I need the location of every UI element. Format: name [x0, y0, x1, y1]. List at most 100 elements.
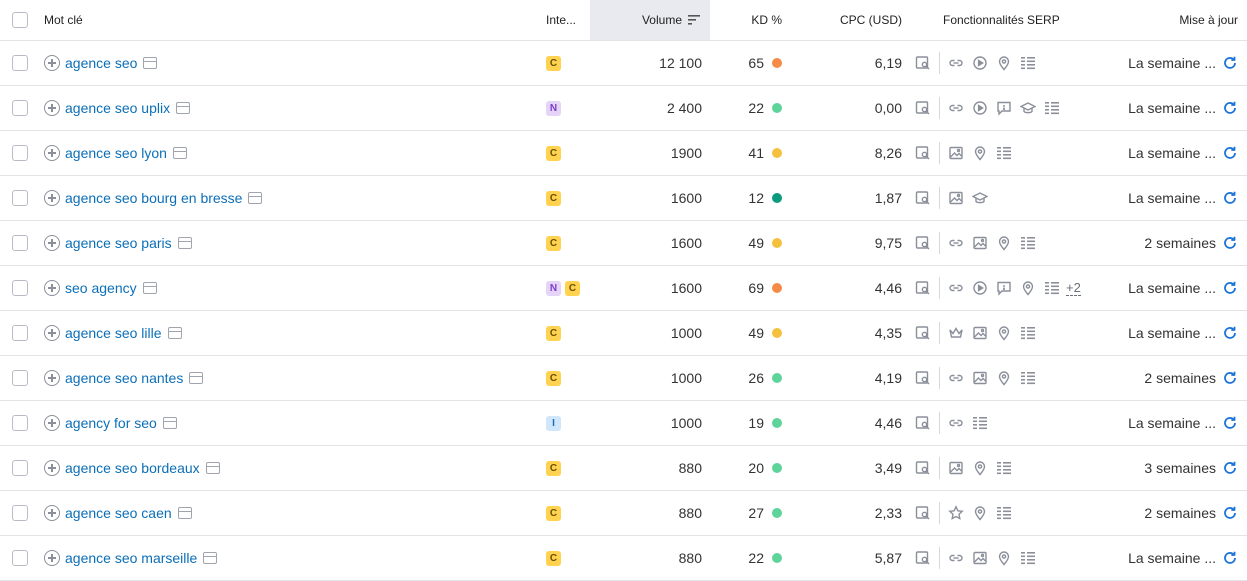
refresh-icon[interactable] — [1222, 235, 1238, 251]
refresh-icon[interactable] — [1222, 280, 1238, 296]
add-to-list-icon[interactable] — [44, 325, 60, 341]
cap-icon[interactable] — [972, 190, 988, 206]
list-icon[interactable] — [1020, 370, 1036, 386]
add-to-list-icon[interactable] — [44, 550, 60, 566]
keyword-link[interactable]: agence seo lille — [65, 325, 162, 341]
refresh-icon[interactable] — [1222, 505, 1238, 521]
pin-icon[interactable] — [972, 505, 988, 521]
list-icon[interactable] — [996, 460, 1012, 476]
snippet-icon[interactable] — [915, 55, 931, 71]
add-to-list-icon[interactable] — [44, 370, 60, 386]
list-icon[interactable] — [1020, 550, 1036, 566]
keyword-link[interactable]: agence seo paris — [65, 235, 172, 251]
snippet-icon[interactable] — [915, 235, 931, 251]
serp-preview-icon[interactable] — [248, 192, 263, 204]
snippet-icon[interactable] — [915, 280, 931, 296]
refresh-icon[interactable] — [1222, 190, 1238, 206]
header-kd[interactable]: KD % — [710, 0, 790, 40]
add-to-list-icon[interactable] — [44, 55, 60, 71]
list-icon[interactable] — [1020, 235, 1036, 251]
keyword-link[interactable]: agence seo bourg en bresse — [65, 190, 242, 206]
image-icon[interactable] — [948, 460, 964, 476]
pin-icon[interactable] — [972, 460, 988, 476]
add-to-list-icon[interactable] — [44, 280, 60, 296]
serp-preview-icon[interactable] — [143, 57, 158, 69]
row-checkbox[interactable] — [12, 550, 28, 566]
keyword-link[interactable]: agence seo caen — [65, 505, 172, 521]
serp-preview-icon[interactable] — [177, 507, 192, 519]
add-to-list-icon[interactable] — [44, 145, 60, 161]
list-icon[interactable] — [1020, 55, 1036, 71]
pin-icon[interactable] — [996, 550, 1012, 566]
keyword-link[interactable]: seo agency — [65, 280, 137, 296]
serp-preview-icon[interactable] — [189, 372, 204, 384]
serp-preview-icon[interactable] — [205, 462, 220, 474]
image-icon[interactable] — [948, 190, 964, 206]
keyword-link[interactable]: agency for seo — [65, 415, 157, 431]
faq-icon[interactable] — [996, 100, 1012, 116]
row-checkbox[interactable] — [12, 100, 28, 116]
row-checkbox[interactable] — [12, 55, 28, 71]
star-icon[interactable] — [948, 505, 964, 521]
serp-preview-icon[interactable] — [172, 147, 187, 159]
list-icon[interactable] — [996, 145, 1012, 161]
image-icon[interactable] — [972, 235, 988, 251]
refresh-icon[interactable] — [1222, 55, 1238, 71]
link-icon[interactable] — [948, 370, 964, 386]
header-keyword[interactable]: Mot clé — [44, 0, 524, 40]
pin-icon[interactable] — [972, 145, 988, 161]
list-icon[interactable] — [1044, 280, 1060, 296]
row-checkbox[interactable] — [12, 415, 28, 431]
serp-preview-icon[interactable] — [142, 282, 157, 294]
keyword-link[interactable]: agence seo nantes — [65, 370, 183, 386]
row-checkbox[interactable] — [12, 190, 28, 206]
cap-icon[interactable] — [1020, 100, 1036, 116]
serp-preview-icon[interactable] — [167, 327, 182, 339]
link-icon[interactable] — [948, 550, 964, 566]
serp-preview-icon[interactable] — [176, 102, 191, 114]
header-volume[interactable]: Volume — [590, 0, 710, 40]
video-icon[interactable] — [972, 100, 988, 116]
image-icon[interactable] — [948, 145, 964, 161]
list-icon[interactable] — [1020, 325, 1036, 341]
keyword-link[interactable]: agence seo uplix — [65, 100, 170, 116]
image-icon[interactable] — [972, 370, 988, 386]
row-checkbox[interactable] — [12, 145, 28, 161]
snippet-icon[interactable] — [915, 415, 931, 431]
add-to-list-icon[interactable] — [44, 505, 60, 521]
header-update[interactable]: Mise à jour — [1080, 0, 1238, 40]
list-icon[interactable] — [996, 505, 1012, 521]
link-icon[interactable] — [948, 415, 964, 431]
link-icon[interactable] — [948, 100, 964, 116]
image-icon[interactable] — [972, 550, 988, 566]
row-checkbox[interactable] — [12, 370, 28, 386]
pin-icon[interactable] — [996, 235, 1012, 251]
link-icon[interactable] — [948, 280, 964, 296]
image-icon[interactable] — [972, 325, 988, 341]
list-icon[interactable] — [972, 415, 988, 431]
refresh-icon[interactable] — [1222, 460, 1238, 476]
row-checkbox[interactable] — [12, 505, 28, 521]
snippet-icon[interactable] — [915, 505, 931, 521]
snippet-icon[interactable] — [915, 550, 931, 566]
serp-preview-icon[interactable] — [177, 237, 192, 249]
keyword-link[interactable]: agence seo marseille — [65, 550, 197, 566]
pin-icon[interactable] — [996, 55, 1012, 71]
snippet-icon[interactable] — [915, 325, 931, 341]
keyword-link[interactable]: agence seo — [65, 55, 137, 71]
add-to-list-icon[interactable] — [44, 190, 60, 206]
serp-preview-icon[interactable] — [203, 552, 218, 564]
add-to-list-icon[interactable] — [44, 100, 60, 116]
list-icon[interactable] — [1044, 100, 1060, 116]
snippet-icon[interactable] — [915, 100, 931, 116]
more-features-link[interactable]: +2 — [1066, 280, 1081, 296]
row-checkbox[interactable] — [12, 235, 28, 251]
pin-icon[interactable] — [996, 325, 1012, 341]
link-icon[interactable] — [948, 235, 964, 251]
refresh-icon[interactable] — [1222, 415, 1238, 431]
pin-icon[interactable] — [1020, 280, 1036, 296]
refresh-icon[interactable] — [1222, 550, 1238, 566]
link-icon[interactable] — [948, 55, 964, 71]
snippet-icon[interactable] — [915, 145, 931, 161]
row-checkbox[interactable] — [12, 280, 28, 296]
